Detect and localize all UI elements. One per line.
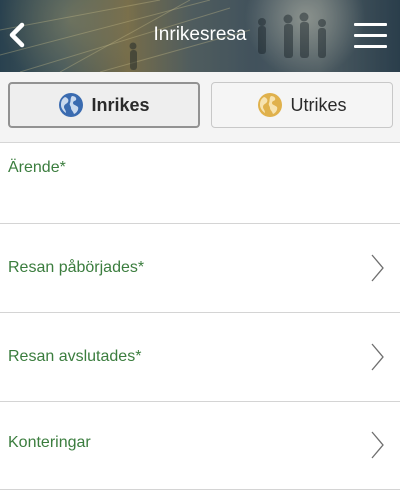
field-konteringar[interactable]: Konteringar	[0, 402, 400, 490]
globe-icon	[58, 92, 84, 118]
chevron-right-icon	[371, 254, 384, 282]
tab-utrikes[interactable]: Utrikes	[211, 82, 393, 128]
trip-form: Ärende* Resan påbörjades* Resan avslutad…	[0, 142, 400, 490]
menu-bar	[354, 23, 387, 26]
tab-inrikes-label: Inrikes	[91, 94, 150, 115]
menu-bar	[354, 34, 387, 37]
tab-utrikes-label: Utrikes	[290, 94, 347, 115]
field-resan-avslutades[interactable]: Resan avslutades*	[0, 313, 400, 402]
field-arende[interactable]: Ärende*	[0, 143, 400, 224]
hamburger-menu-button[interactable]	[350, 18, 390, 52]
menu-bar	[354, 45, 387, 48]
field-label: Ärende*	[8, 159, 66, 176]
tab-inrikes[interactable]: Inrikes	[8, 82, 200, 128]
app-header: Inrikesresa	[0, 0, 400, 72]
chevron-right-icon	[371, 343, 384, 371]
field-label: Konteringar	[8, 434, 91, 451]
field-label: Resan avslutades*	[8, 348, 142, 365]
chevron-right-icon	[371, 431, 384, 459]
globe-icon	[257, 92, 283, 118]
back-button[interactable]	[0, 12, 34, 58]
page-title: Inrikesresa	[153, 24, 247, 45]
trip-type-tabs: Inrikes Utrikes	[0, 72, 400, 142]
field-label: Resan påbörjades*	[8, 259, 145, 276]
chevron-left-icon	[9, 22, 25, 48]
field-resan-paborjades[interactable]: Resan påbörjades*	[0, 224, 400, 313]
